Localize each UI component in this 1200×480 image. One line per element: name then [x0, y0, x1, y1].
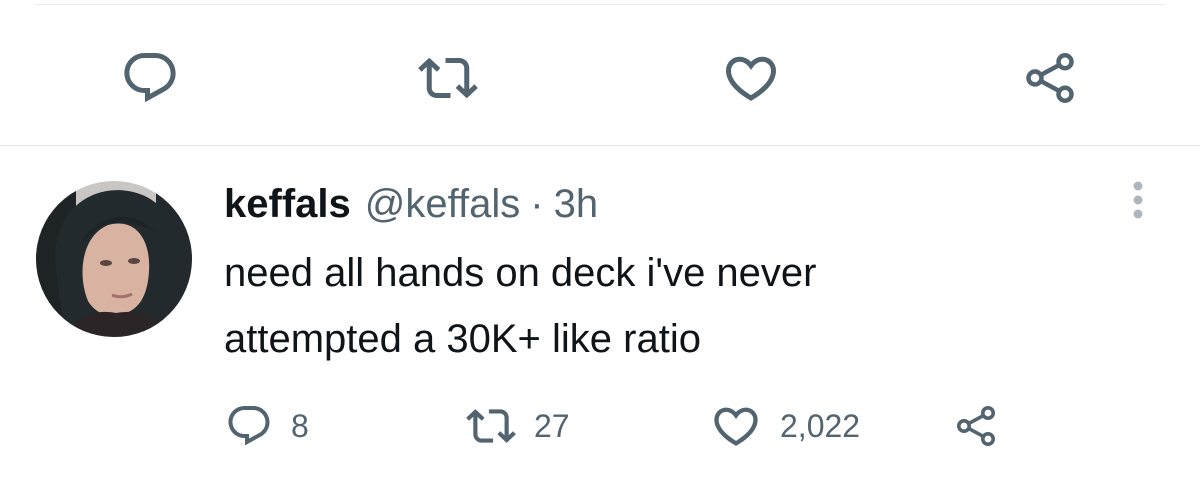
- retweet-button[interactable]: 27: [466, 398, 570, 454]
- reply-icon: [225, 402, 273, 450]
- reply-icon: [120, 48, 180, 108]
- reply-button[interactable]: [115, 40, 185, 115]
- reply-count: 8: [291, 407, 309, 444]
- more-options-button[interactable]: [1120, 178, 1156, 222]
- retweet-icon: [418, 48, 478, 108]
- retweet-button[interactable]: [413, 40, 483, 115]
- top-divider: [36, 4, 1164, 5]
- user-handle[interactable]: @keffals: [365, 182, 521, 227]
- like-icon: [710, 400, 762, 452]
- share-icon: [1020, 48, 1080, 108]
- tweet-text-line: attempted a 30K+ like ratio: [224, 317, 701, 361]
- previous-tweet-action-bar: [0, 40, 1200, 115]
- share-icon: [952, 402, 1000, 450]
- separator-dot: ·: [530, 181, 544, 226]
- tweet-text-line: need all hands on deck i've never: [224, 251, 817, 295]
- share-button[interactable]: [952, 398, 1000, 454]
- share-button[interactable]: [1015, 40, 1085, 115]
- reply-button[interactable]: 8: [225, 398, 309, 454]
- tweet-header: keffals @keffals · 3h: [224, 176, 598, 232]
- avatar[interactable]: [36, 181, 192, 337]
- retweet-count: 27: [534, 407, 570, 444]
- tweet-text: need all hands on deck i've never attemp…: [224, 240, 1144, 372]
- retweet-icon: [466, 401, 516, 451]
- like-count: 2,022: [780, 407, 861, 444]
- more-vertical-icon: [1132, 178, 1144, 222]
- like-button[interactable]: 2,022: [710, 398, 860, 454]
- tweet-divider: [0, 145, 1200, 146]
- display-name[interactable]: keffals: [224, 182, 351, 227]
- like-button[interactable]: [716, 40, 786, 115]
- tweet-action-bar: 8 27 2,022: [0, 398, 1200, 454]
- like-icon: [721, 48, 781, 108]
- timestamp[interactable]: 3h: [554, 182, 599, 227]
